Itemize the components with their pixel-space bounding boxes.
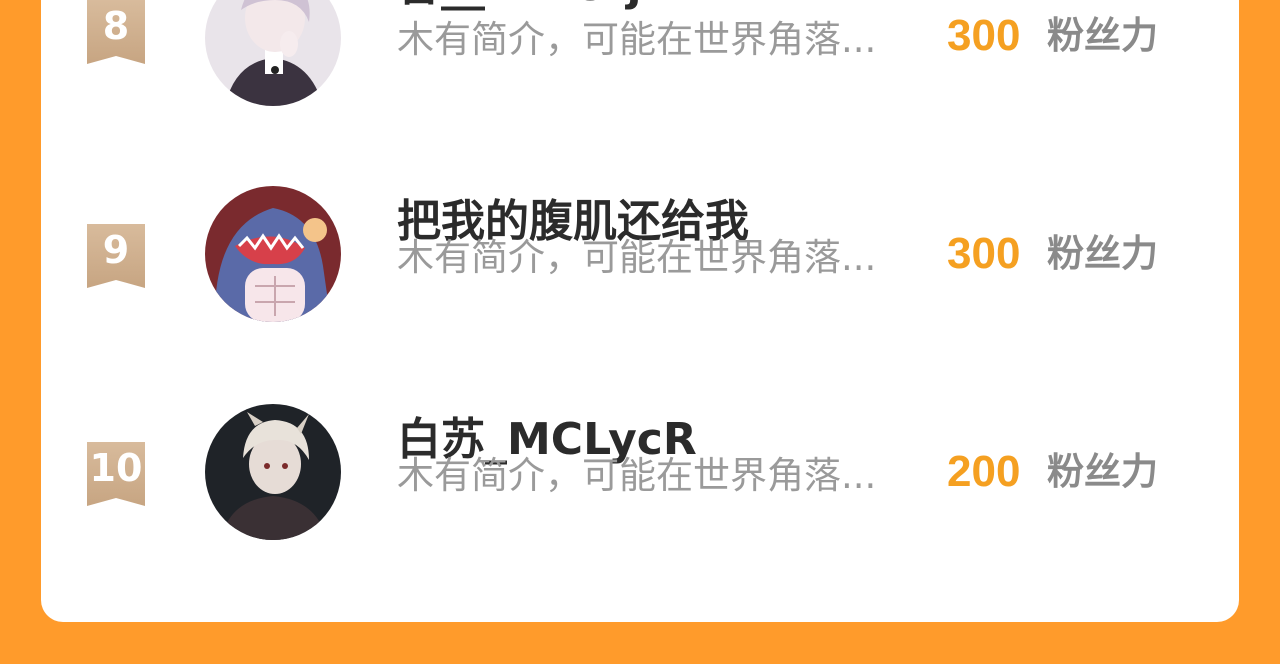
shark-avatar-icon	[205, 186, 341, 322]
user-bio: 木有简介，可能在世界角落...	[397, 236, 877, 279]
user-bio: 木有简介，可能在世界角落...	[397, 454, 877, 497]
fan-power-unit: 粉丝力	[1047, 232, 1158, 275]
user-avatar[interactable]	[205, 186, 341, 322]
user-bio: 木有简介，可能在世界角落...	[397, 18, 877, 61]
fan-power-score: 200	[947, 447, 1021, 496]
dark-anime-avatar-icon	[205, 404, 341, 540]
fan-power-unit: 粉丝力	[1047, 450, 1158, 493]
rank-number: 9	[102, 228, 130, 272]
user-name[interactable]: 曹__LYN8tj	[397, 0, 642, 12]
ranking-card: 8 曹__LYN8tj 木有简介，可能在世界角落... 300 粉丝力 9	[41, 0, 1239, 622]
list-item[interactable]: 9 把我的腹肌还给我 木有简介，可能在世界角落... 300 粉丝力	[41, 186, 1239, 346]
rank-badge: 9	[85, 224, 147, 288]
rank-number: 8	[102, 4, 130, 48]
fan-power-unit: 粉丝力	[1047, 14, 1158, 57]
list-item[interactable]: 10 白苏_MCLycR 木有简介，可能在世界角落... 200 粉丝力	[41, 404, 1239, 564]
fan-power-score: 300	[947, 229, 1021, 278]
rank-badge: 10	[85, 442, 147, 506]
rank-number: 10	[89, 446, 143, 490]
list-item[interactable]: 8 曹__LYN8tj 木有简介，可能在世界角落... 300 粉丝力	[41, 0, 1239, 130]
user-avatar[interactable]	[205, 404, 341, 540]
rank-badge: 8	[85, 0, 147, 64]
fan-power-score: 300	[947, 11, 1021, 60]
anime-boy-avatar-icon	[205, 0, 341, 106]
user-avatar[interactable]	[205, 0, 341, 106]
